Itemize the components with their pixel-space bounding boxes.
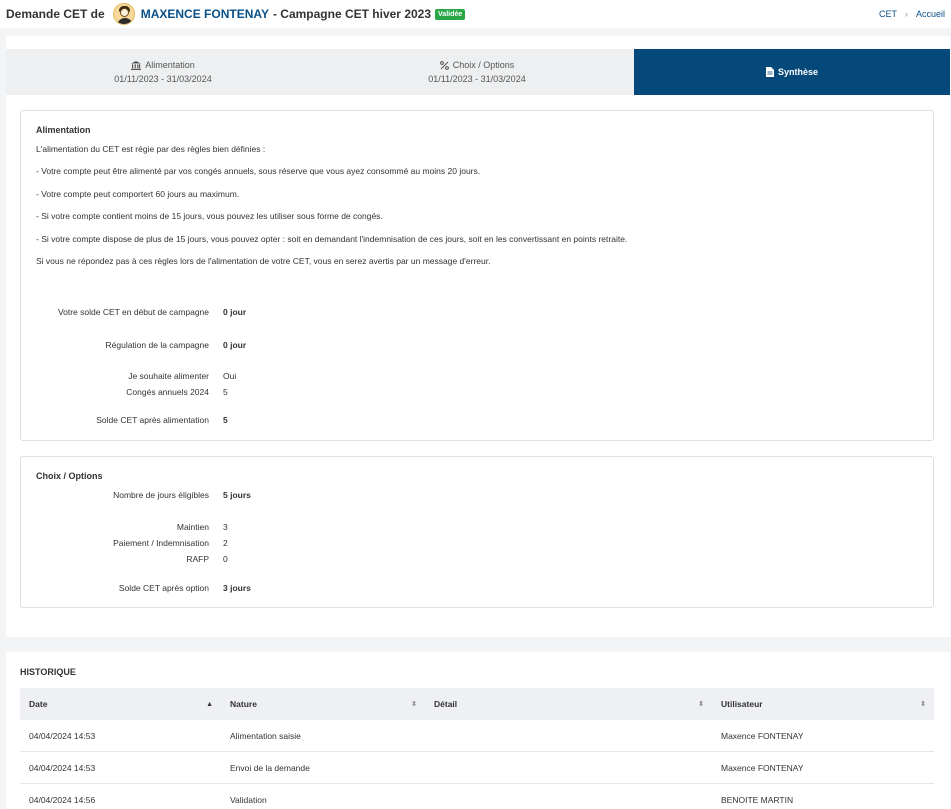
detail-label: Régulation de la campagne: [105, 340, 210, 350]
detail-label: Paiement / Indemnisation: [113, 538, 209, 548]
detail-label: Maintien: [176, 522, 209, 532]
sort-icon: ⬍: [411, 701, 417, 708]
cell-nature: Alimentation saisie: [230, 730, 301, 741]
sort-icon: ⬍: [698, 701, 704, 708]
percent-icon: [439, 60, 449, 70]
tab-choix-dates: 01/11/2023 - 31/03/2024: [428, 74, 526, 84]
alimentation-paragraph: L'alimentation du CET est régie par des …: [36, 144, 266, 154]
steps-tabs: Alimentation 01/11/2023 - 31/03/2024 Cho…: [6, 49, 950, 95]
choix-title: Choix / Options: [36, 471, 103, 481]
user-avatar: [112, 3, 135, 25]
column-label: Détail: [434, 699, 458, 709]
tab-synthese-label: Synthèse: [777, 67, 819, 77]
alimentation-paragraph: - Si votre compte dispose de plus de 15 …: [36, 234, 628, 244]
detail-value: 3 jours: [223, 583, 251, 593]
alimentation-paragraph: - Votre compte peut comportert 60 jours …: [36, 189, 240, 199]
status-badge: Validée: [435, 8, 466, 20]
alimentation-title: Alimentation: [36, 125, 91, 135]
page-header: Demande CET de MAXENCE FONTENAY - Campag…: [0, 0, 951, 28]
cell-utilisateur: Maxence FONTENAY: [721, 762, 804, 773]
tab-alimentation-label: Alimentation: [145, 60, 195, 70]
alimentation-card: Alimentation L'alimentation du CET est r…: [20, 110, 934, 441]
sort-icon: ⬍: [920, 701, 926, 708]
breadcrumb-accueil[interactable]: Accueil: [916, 9, 945, 19]
cell-date: 04/04/2024 14:56: [29, 794, 96, 805]
chevron-right-icon: ›: [904, 9, 908, 19]
detail-value: 2: [223, 538, 228, 548]
breadcrumb-cet[interactable]: CET: [879, 9, 897, 19]
request-panel: Alimentation 01/11/2023 - 31/03/2024 Cho…: [6, 36, 950, 637]
column-detail[interactable]: Détail ⬍: [425, 688, 712, 720]
alimentation-paragraph: - Votre compte peut être alimenté par vo…: [36, 166, 481, 176]
detail-value: 0 jour: [223, 340, 247, 350]
user-name[interactable]: MAXENCE FONTENAY: [141, 7, 269, 21]
cell-nature: Validation: [230, 794, 267, 805]
detail-label: Solde CET après alimentation: [96, 415, 209, 425]
table-row: 04/04/2024 14:53 Envoi de la demande Max…: [20, 752, 934, 784]
detail-label: Congés annuels 2024: [126, 387, 209, 397]
alimentation-paragraph: - Si votre compte contient moins de 15 j…: [36, 211, 383, 221]
cell-utilisateur: Maxence FONTENAY: [721, 730, 804, 741]
campaign-title: - Campagne CET hiver 2023: [272, 7, 432, 21]
column-utilisateur[interactable]: Utilisateur ⬍: [712, 688, 934, 720]
detail-value: Oui: [223, 371, 237, 381]
column-label: Date: [29, 699, 48, 709]
cell-date: 04/04/2024 14:53: [29, 762, 96, 773]
column-label: Utilisateur: [721, 699, 763, 709]
tab-choix-options[interactable]: Choix / Options 01/11/2023 - 31/03/2024: [320, 49, 634, 95]
detail-label: Votre solde CET en début de campagne: [57, 307, 209, 317]
history-title: HISTORIQUE: [20, 667, 76, 677]
cell-nature: Envoi de la demande: [230, 762, 310, 773]
detail-label: RAFP: [186, 554, 209, 564]
detail-value: 0 jour: [223, 307, 247, 317]
column-date[interactable]: Date ▲: [20, 688, 221, 720]
table-header: Date ▲ Nature ⬍ Détail ⬍ Utilisateur ⬍: [20, 688, 934, 720]
detail-value: 3: [223, 522, 228, 532]
detail-value: 5: [223, 415, 228, 425]
breadcrumb: CET › Accueil: [879, 9, 945, 19]
cell-date: 04/04/2024 14:53: [29, 730, 96, 741]
detail-value: 5 jours: [223, 490, 251, 500]
tab-alimentation[interactable]: Alimentation 01/11/2023 - 31/03/2024: [6, 49, 320, 95]
tab-choix-label: Choix / Options: [452, 60, 515, 70]
column-label: Nature: [230, 699, 257, 709]
bank-icon: [131, 60, 142, 70]
detail-label: Solde CET après option: [118, 583, 209, 593]
document-icon: [765, 67, 774, 77]
choix-options-card: Choix / Options Nombre de jours éligible…: [20, 456, 934, 608]
sort-asc-icon: ▲: [206, 700, 213, 708]
tab-synthese[interactable]: Synthèse: [634, 49, 950, 95]
history-table: Date ▲ Nature ⬍ Détail ⬍ Utilisateur ⬍ 0…: [20, 688, 934, 809]
table-row: 04/04/2024 14:56 Validation BENOITE MART…: [20, 784, 934, 809]
column-nature[interactable]: Nature ⬍: [221, 688, 425, 720]
tab-alimentation-dates: 01/11/2023 - 31/03/2024: [114, 74, 212, 84]
cell-utilisateur: BENOITE MARTIN: [721, 794, 794, 805]
table-row: 04/04/2024 14:53 Alimentation saisie Max…: [20, 720, 934, 752]
detail-label: Nombre de jours éligibles: [113, 490, 209, 500]
detail-label: Je souhaite alimenter: [128, 371, 209, 381]
page-title-prefix: Demande CET de: [6, 7, 105, 21]
detail-value: 0: [223, 554, 228, 564]
history-panel: HISTORIQUE Date ▲ Nature ⬍ Détail ⬍ Util…: [6, 652, 950, 809]
alimentation-paragraph: Si vous ne répondez pas à ces règles lor…: [36, 256, 491, 266]
detail-value: 5: [223, 387, 228, 397]
